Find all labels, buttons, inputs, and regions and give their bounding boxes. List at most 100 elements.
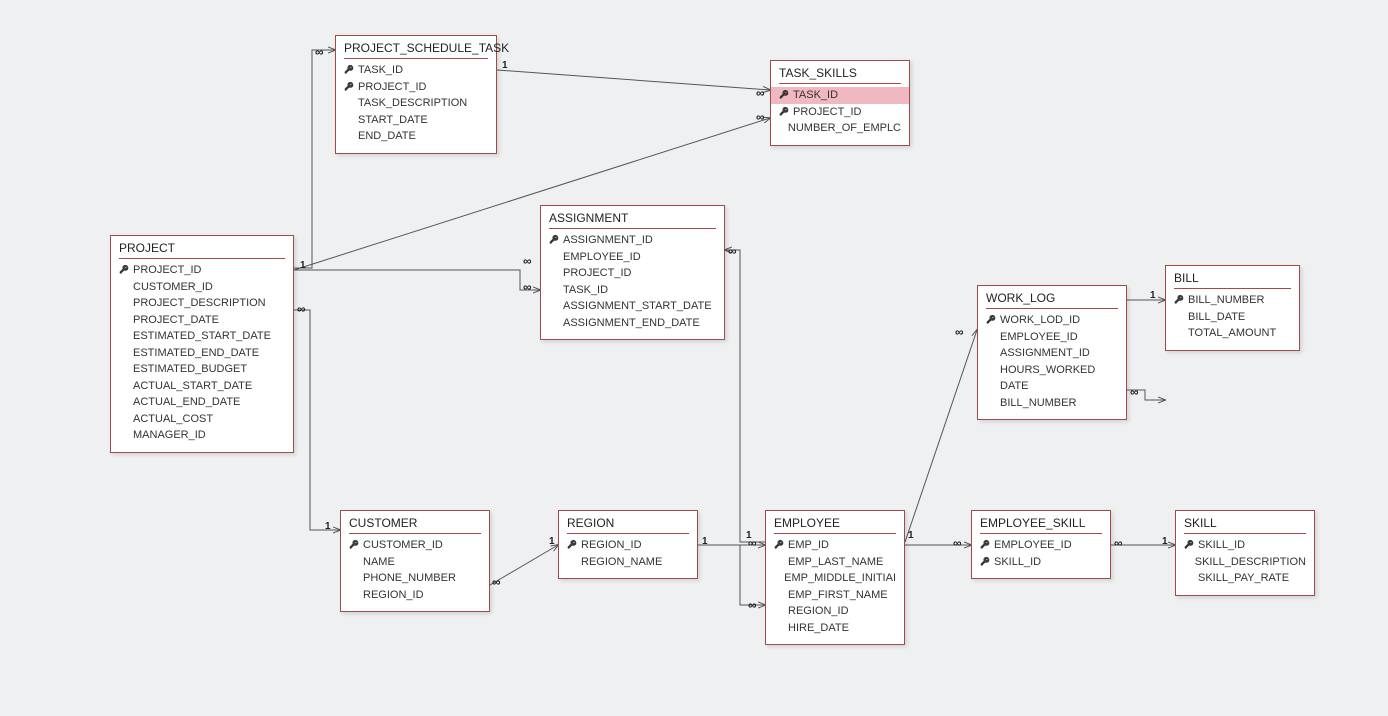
entity-bill[interactable]: BILL🔑BILL_NUMBERBILL_DATETOTAL_AMOUNT (1165, 265, 1300, 351)
field-row[interactable]: SKILL_PAY_RATE (1176, 570, 1314, 587)
field-row[interactable]: 🔑SKILL_ID (972, 554, 1110, 571)
entity-title: WORK_LOG (978, 286, 1126, 308)
field-row[interactable]: REGION_ID (341, 587, 489, 604)
field-row[interactable]: EMPLOYEE_ID (978, 329, 1126, 346)
field-row[interactable]: 🔑BILL_NUMBER (1166, 292, 1299, 309)
cardinality-many-label: ∞ (297, 302, 306, 316)
field-row[interactable]: HIRE_DATE (766, 620, 904, 637)
entity-title: ASSIGNMENT (541, 206, 724, 228)
field-row[interactable]: ASSIGNMENT_START_DATE (541, 298, 724, 315)
field-row[interactable]: 🔑PROJECT_ID (111, 262, 293, 279)
field-row[interactable]: EMP_LAST_NAME (766, 554, 904, 571)
relationship-line (294, 50, 335, 268)
field-row[interactable]: DATE (978, 378, 1126, 395)
primary-key-icon: 🔑 (549, 233, 563, 248)
field-row[interactable]: PROJECT_DATE (111, 312, 293, 329)
field-row[interactable]: 🔑PROJECT_ID (771, 104, 909, 121)
entity-project_schedule_task[interactable]: PROJECT_SCHEDULE_TASK🔑TASK_ID🔑PROJECT_ID… (335, 35, 497, 154)
field-label: START_DATE (358, 113, 428, 128)
field-label: ESTIMATED_START_DATE (133, 329, 271, 344)
field-row[interactable]: TASK_DESCRIPTION (336, 95, 496, 112)
primary-key-icon: 🔑 (349, 538, 363, 553)
cardinality-many-label: ∞ (728, 244, 737, 258)
entity-title: EMPLOYEE (766, 511, 904, 533)
entity-region[interactable]: REGION 🔑REGION_IDREGION_NAME (558, 510, 698, 579)
primary-key-icon: 🔑 (779, 88, 793, 103)
field-row[interactable]: 🔑TASK_ID (771, 87, 909, 104)
field-row[interactable]: HOURS_WORKED (978, 362, 1126, 379)
field-row[interactable]: ACTUAL_END_DATE (111, 394, 293, 411)
field-row[interactable]: EMP_FIRST_NAME (766, 587, 904, 604)
field-label: SKILL_DESCRIPTION (1195, 555, 1306, 570)
field-row[interactable]: END_DATE (336, 128, 496, 145)
field-row[interactable]: BILL_NUMBER (978, 395, 1126, 412)
entity-title: CUSTOMER (341, 511, 489, 533)
field-row[interactable]: BILL_DATE (1166, 309, 1299, 326)
field-label: ESTIMATED_BUDGET (133, 362, 247, 377)
er-diagram-canvas: PROJECT🔑PROJECT_IDCUSTOMER_IDPROJECT_DES… (0, 0, 1388, 716)
entity-fields: 🔑TASK_ID🔑PROJECT_IDNUMBER_OF_EMPLC (771, 84, 909, 145)
field-label: DATE (1000, 379, 1029, 394)
field-row[interactable]: ASSIGNMENT_ID (978, 345, 1126, 362)
field-label: END_DATE (358, 129, 416, 144)
entity-employee[interactable]: EMPLOYEE 🔑EMP_IDEMP_LAST_NAMEEMP_MIDDLE_I… (765, 510, 905, 645)
field-row[interactable]: NAME (341, 554, 489, 571)
field-row[interactable]: PROJECT_ID (541, 265, 724, 282)
cardinality-one-label: 1 (502, 60, 508, 71)
field-row[interactable]: 🔑PROJECT_ID (336, 79, 496, 96)
field-row[interactable]: ACTUAL_COST (111, 411, 293, 428)
field-label: REGION_ID (581, 538, 642, 553)
field-row[interactable]: PHONE_NUMBER (341, 570, 489, 587)
relationship-line (698, 545, 765, 605)
field-row[interactable]: 🔑EMPLOYEE_ID (972, 537, 1110, 554)
entity-skill[interactable]: SKILL🔑SKILL_IDSKILL_DESCRIPTIONSKILL_PAY… (1175, 510, 1315, 596)
relationship-line (905, 330, 977, 542)
field-row[interactable]: ESTIMATED_END_DATE (111, 345, 293, 362)
primary-key-icon: 🔑 (1174, 293, 1188, 308)
entity-title: EMPLOYEE_SKILL (972, 511, 1110, 533)
field-label: ACTUAL_END_DATE (133, 395, 240, 410)
field-row[interactable]: 🔑REGION_ID (559, 537, 697, 554)
field-row[interactable]: CUSTOMER_ID (111, 279, 293, 296)
cardinality-many-label: ∞ (523, 254, 532, 268)
field-row[interactable]: ASSIGNMENT_END_DATE (541, 315, 724, 332)
entity-employee_skill[interactable]: EMPLOYEE_SKILL 🔑EMPLOYEE_ID🔑SKILL_ID (971, 510, 1111, 579)
field-row[interactable]: 🔑WORK_LOD_ID (978, 312, 1126, 329)
field-row[interactable]: REGION_NAME (559, 554, 697, 571)
field-label: ACTUAL_COST (133, 412, 213, 427)
field-row[interactable]: START_DATE (336, 112, 496, 129)
field-row[interactable]: 🔑EMP_ID (766, 537, 904, 554)
entity-title: REGION (559, 511, 697, 533)
entity-project[interactable]: PROJECT🔑PROJECT_IDCUSTOMER_IDPROJECT_DES… (110, 235, 294, 453)
field-row[interactable]: ESTIMATED_BUDGET (111, 361, 293, 378)
field-label: SKILL_PAY_RATE (1198, 571, 1289, 586)
field-row[interactable]: 🔑ASSIGNMENT_ID (541, 232, 724, 249)
field-row[interactable]: 🔑CUSTOMER_ID (341, 537, 489, 554)
entity-assignment[interactable]: ASSIGNMENT 🔑ASSIGNMENT_IDEMPLOYEE_IDPROJE… (540, 205, 725, 340)
field-label: MANAGER_ID (133, 428, 206, 443)
cardinality-many-label: ∞ (748, 598, 757, 612)
field-row[interactable]: TOTAL_AMOUNT (1166, 325, 1299, 342)
field-row[interactable]: 🔑TASK_ID (336, 62, 496, 79)
entity-task_skills[interactable]: TASK_SKILLS🔑TASK_ID🔑PROJECT_IDNUMBER_OF_… (770, 60, 910, 146)
field-row[interactable]: NUMBER_OF_EMPLC (771, 120, 909, 137)
field-label: HIRE_DATE (788, 621, 849, 636)
field-row[interactable]: ESTIMATED_START_DATE (111, 328, 293, 345)
field-row[interactable]: MANAGER_ID (111, 427, 293, 444)
cardinality-one-label: 1 (1162, 536, 1168, 547)
field-row[interactable]: 🔑SKILL_ID (1176, 537, 1314, 554)
field-row[interactable]: REGION_ID (766, 603, 904, 620)
field-label: ASSIGNMENT_END_DATE (563, 316, 700, 331)
primary-key-icon: 🔑 (986, 313, 1000, 328)
entity-fields: 🔑TASK_ID🔑PROJECT_IDTASK_DESCRIPTIONSTART… (336, 59, 496, 153)
field-row[interactable]: EMPLOYEE_ID (541, 249, 724, 266)
field-row[interactable]: PROJECT_DESCRIPTION (111, 295, 293, 312)
cardinality-many-label: ∞ (756, 110, 765, 124)
field-row[interactable]: TASK_ID (541, 282, 724, 299)
entity-customer[interactable]: CUSTOMER 🔑CUSTOMER_IDNAMEPHONE_NUMBERREGI… (340, 510, 490, 612)
field-row[interactable]: EMP_MIDDLE_INITIAI (766, 570, 904, 587)
cardinality-many-label: ∞ (1114, 536, 1123, 550)
field-row[interactable]: SKILL_DESCRIPTION (1176, 554, 1314, 571)
entity-work_log[interactable]: WORK_LOG 🔑WORK_LOD_IDEMPLOYEE_IDASSIGNMEN… (977, 285, 1127, 420)
field-row[interactable]: ACTUAL_START_DATE (111, 378, 293, 395)
